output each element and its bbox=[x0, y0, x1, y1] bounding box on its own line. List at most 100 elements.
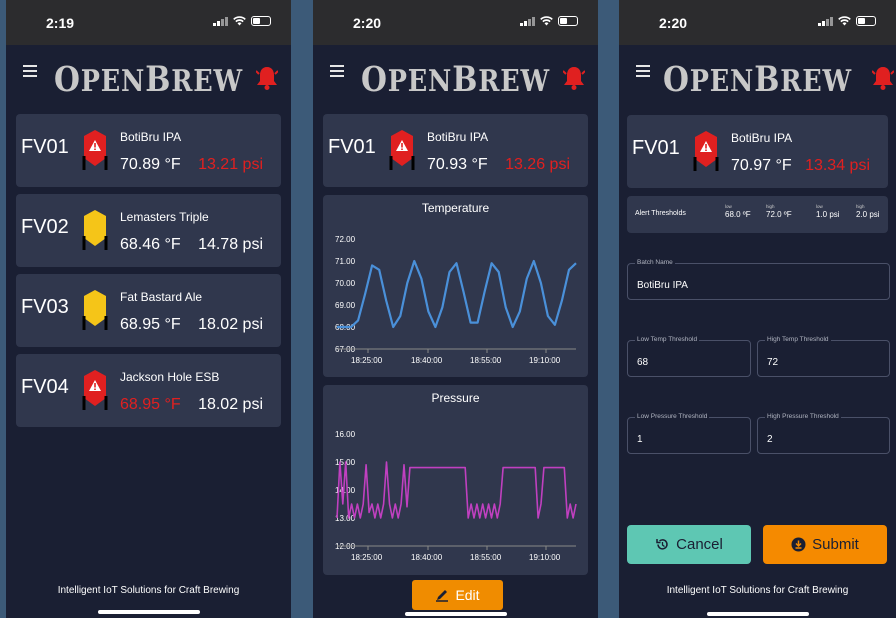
high-temp-threshold-field[interactable]: High Temp Threshold 72 bbox=[757, 336, 890, 377]
fermenter-card[interactable]: FV01 BotiBru IPA 70.93 °F 13.26 psi bbox=[323, 114, 588, 187]
fermenter-card[interactable]: FV04 Jackson Hole ESB 68.95 °F 18.02 psi bbox=[16, 354, 281, 427]
tank-icon bbox=[82, 290, 108, 330]
signal-icon bbox=[213, 16, 228, 26]
x-tick-label: 18:40:00 bbox=[411, 356, 443, 365]
temperature-reading: 68.46 °F bbox=[120, 236, 181, 253]
openbrew-logo: OPENBREW bbox=[360, 59, 551, 100]
fermenter-id: FV01 bbox=[632, 137, 680, 159]
x-tick-label: 18:55:00 bbox=[470, 553, 502, 562]
cancel-button[interactable]: Cancel bbox=[627, 525, 751, 564]
phone-screen-list: 2:19 OPENBREW FV01 BotiBru IPA 70.89 °F 13.… bbox=[6, 0, 291, 618]
high-pressure-threshold-field[interactable]: High Pressure Threshold 2 bbox=[757, 413, 890, 454]
y-tick-label: 72.00 bbox=[335, 235, 356, 244]
fermenter-id: FV04 bbox=[21, 376, 69, 398]
pressure-chart-card: Pressure 16.00 15.00 14.00 13.00 12.00 18:25:… bbox=[323, 385, 588, 575]
home-indicator[interactable] bbox=[707, 612, 809, 616]
home-indicator[interactable] bbox=[405, 612, 507, 616]
series-line bbox=[337, 259, 577, 329]
fermenter-id: FV02 bbox=[21, 216, 69, 238]
series-line bbox=[336, 461, 577, 519]
low-temp-threshold-field[interactable]: Low Temp Threshold 68 bbox=[627, 336, 751, 377]
wifi-icon bbox=[233, 16, 246, 26]
batch-name: BotiBru IPA bbox=[427, 130, 489, 144]
x-tick-label: 19:10:00 bbox=[529, 553, 561, 562]
temperature-reading: 70.89 °F bbox=[120, 156, 181, 173]
batch-name: Fat Bastard Ale bbox=[120, 290, 203, 304]
threshold-high-pressure: high 2.0 psi bbox=[856, 204, 880, 219]
status-time: 2:20 bbox=[353, 15, 382, 31]
fermenter-id: FV01 bbox=[328, 136, 376, 158]
batch-name: BotiBru IPA bbox=[731, 131, 793, 145]
y-tick-label: 16.00 bbox=[335, 430, 356, 439]
cancel-label: Cancel bbox=[676, 536, 723, 553]
y-tick-label: 71.00 bbox=[335, 257, 356, 266]
edit-label: Edit bbox=[455, 587, 480, 603]
batch-name: BotiBru IPA bbox=[120, 130, 182, 144]
pressure-chart: 16.0015.0014.0013.0012.0018:25:00 18:40:0… bbox=[335, 430, 577, 562]
x-tick-label: 18:55:00 bbox=[470, 356, 502, 365]
alert-thresholds-card: Alert Thresholds low 68.0 ºF high 72.0 ºF … bbox=[627, 196, 888, 233]
app-header: OPENBREW bbox=[6, 45, 291, 113]
phone-screen-detail: 2:20 OPENBREW FV01 BotiBru IPA 70.93 °F … bbox=[313, 0, 598, 618]
phone-screen-edit: 2:20 OPENBREW FV01 BotiBru IPA 70.97 °F … bbox=[619, 0, 896, 618]
status-bar: 2:19 bbox=[6, 0, 291, 45]
status-time: 2:19 bbox=[46, 15, 75, 31]
x-tick-label: 18:25:00 bbox=[351, 356, 383, 365]
battery-icon bbox=[251, 16, 271, 26]
low-pressure-threshold-field[interactable]: Low Pressure Threshold 1 bbox=[627, 413, 751, 454]
pressure-reading: 13.26 psi bbox=[505, 156, 570, 173]
pressure-reading: 13.34 psi bbox=[805, 157, 870, 174]
temperature-reading: 68.95 °F bbox=[120, 316, 181, 333]
submit-button[interactable]: Submit bbox=[763, 525, 887, 564]
batch-name: Lemasters Triple bbox=[120, 210, 209, 224]
bell-alert-icon[interactable] bbox=[563, 65, 585, 91]
temperature-reading: 70.93 °F bbox=[427, 156, 488, 173]
x-tick-label: 18:25:00 bbox=[351, 553, 383, 562]
temperature-chart-card: Temperature 72.00 71.00 70.00 69.00 68.00 67.… bbox=[323, 195, 588, 377]
status-time: 2:20 bbox=[659, 15, 688, 31]
status-bar: 2:20 bbox=[313, 0, 598, 45]
signal-icon bbox=[520, 16, 535, 26]
batch-name: Jackson Hole ESB bbox=[120, 370, 220, 384]
openbrew-logo: OPENBREW bbox=[662, 59, 853, 100]
fermenter-card[interactable]: FV01 BotiBru IPA 70.89 °F 13.21 psi bbox=[16, 114, 281, 187]
tank-alert-icon bbox=[82, 370, 108, 410]
pressure-reading: 18.02 psi bbox=[198, 396, 263, 413]
temperature-chart: 72.0071.0070.0069.0068.0067.0018:25:00 18… bbox=[335, 235, 577, 365]
signal-icon bbox=[818, 16, 833, 26]
edit-icon bbox=[436, 590, 449, 602]
wifi-icon bbox=[838, 16, 851, 26]
bell-alert-icon[interactable] bbox=[256, 65, 278, 91]
fermenter-card[interactable]: FV01 BotiBru IPA 70.97 °F 13.34 psi bbox=[627, 115, 888, 188]
fermenter-card[interactable]: FV03 Fat Bastard Ale 68.95 °F 18.02 psi bbox=[16, 274, 281, 347]
x-tick-label: 18:40:00 bbox=[411, 553, 443, 562]
alert-thresholds-label: Alert Thresholds bbox=[635, 210, 686, 217]
openbrew-logo: OPENBREW bbox=[53, 59, 244, 100]
fermenter-id: FV03 bbox=[21, 296, 69, 318]
temperature-reading: 70.97 °F bbox=[731, 157, 792, 174]
home-indicator[interactable] bbox=[98, 610, 200, 614]
download-circle-icon bbox=[791, 537, 806, 552]
footer-tagline: Intelligent IoT Solutions for Craft Brew… bbox=[57, 585, 240, 596]
pressure-reading: 18.02 psi bbox=[198, 316, 263, 333]
footer-tagline: Intelligent IoT Solutions for Craft Brew… bbox=[666, 585, 849, 596]
tank-alert-icon bbox=[389, 130, 415, 170]
y-tick-label: 70.00 bbox=[335, 279, 356, 288]
edit-button[interactable]: Edit bbox=[412, 580, 503, 610]
threshold-high-temp: high 72.0 ºF bbox=[766, 204, 792, 219]
batch-name-field[interactable]: Batch Name BotiBru IPA bbox=[627, 259, 890, 300]
history-icon bbox=[656, 539, 668, 550]
bell-alert-icon[interactable] bbox=[872, 65, 894, 91]
y-tick-label: 69.00 bbox=[335, 301, 356, 310]
submit-label: Submit bbox=[812, 536, 859, 553]
wifi-icon bbox=[540, 16, 553, 26]
battery-icon bbox=[558, 16, 578, 26]
tank-alert-icon bbox=[693, 131, 719, 171]
fermenter-id: FV01 bbox=[21, 136, 69, 158]
threshold-low-pressure: low 1.0 psi bbox=[816, 204, 840, 219]
app-header: OPENBREW bbox=[313, 45, 598, 113]
fermenter-card[interactable]: FV02 Lemasters Triple 68.46 °F 14.78 psi bbox=[16, 194, 281, 267]
tank-icon bbox=[82, 210, 108, 250]
pressure-reading: 13.21 psi bbox=[198, 156, 263, 173]
tank-alert-icon bbox=[82, 130, 108, 170]
